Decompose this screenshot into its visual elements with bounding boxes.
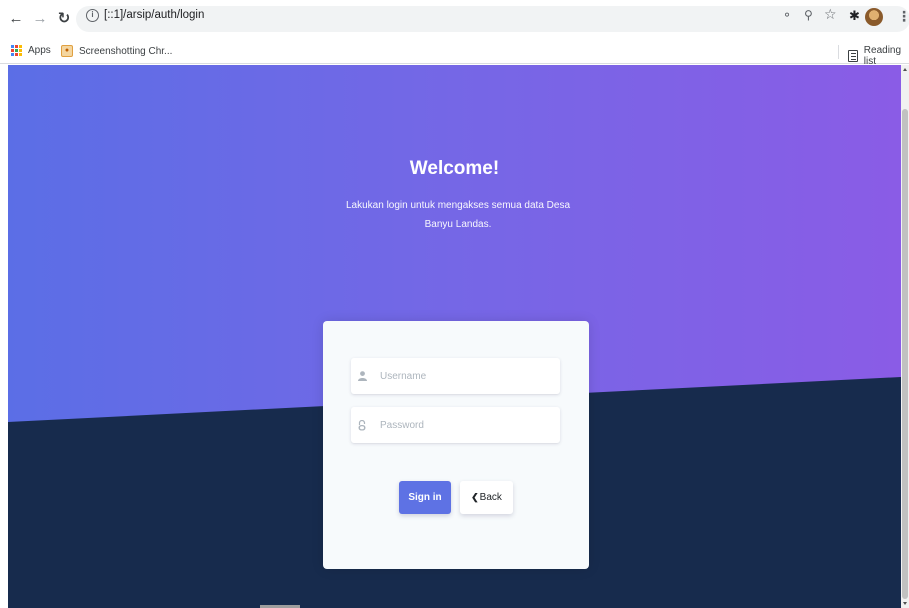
login-card: Sign in ❮ Back [323,321,589,569]
password-input[interactable] [380,419,550,431]
bookmark-screenshotting[interactable]: ● Screenshotting Chr... [61,45,172,57]
address-url[interactable]: [::1]/arsip/auth/login [104,9,204,21]
username-input[interactable] [380,370,550,382]
chevron-left-icon: ❮ [471,492,479,502]
bookmarks-divider [838,45,839,59]
scrollbar-thumb[interactable] [902,109,908,599]
reading-list-icon [848,50,858,62]
vertical-scrollbar[interactable] [901,65,909,608]
password-field[interactable] [351,407,560,443]
scroll-up-arrow-icon[interactable] [903,68,907,71]
screenshot-extension-icon: ● [61,45,73,57]
zoom-icon[interactable]: ⚲ [804,8,813,22]
user-icon [358,371,380,381]
star-icon[interactable]: ☆ [824,6,837,23]
username-field[interactable] [351,358,560,394]
sign-in-button[interactable]: Sign in [399,481,451,514]
back-button[interactable]: ❮ Back [460,481,513,514]
more-menu-icon[interactable]: ⋮ [897,8,909,25]
forward-arrow-icon[interactable]: → [30,8,50,28]
page-lead-text: Lakukan login untuk mengakses semua data… [345,200,571,230]
bookmark-apps[interactable]: Apps [11,45,51,56]
bookmark-label: Screenshotting Chr... [79,45,173,57]
lock-icon [358,419,380,431]
back-button-label: Back [479,492,502,503]
bookmarks-bar: Apps ● Screenshotting Chr... Reading lis… [0,40,909,67]
back-arrow-icon[interactable]: ← [6,8,26,28]
scroll-down-arrow-icon[interactable] [903,602,907,605]
apps-grid-icon [11,45,22,56]
bookmark-label: Apps [28,45,51,56]
site-info-icon[interactable]: i [86,9,99,22]
reading-list-button[interactable]: Reading list [848,45,909,67]
avatar[interactable] [865,8,883,26]
key-icon[interactable]: ⚬ [782,8,792,22]
browser-toolbar: ← → ↻ i [::1]/arsip/auth/login ⚬ ⚲ ☆ ✱ ⋮ [0,0,909,40]
page-viewport: Welcome! Lakukan login untuk mengakses s… [8,65,901,608]
reading-list-label: Reading list [863,45,902,67]
browser-window: ← → ↻ i [::1]/arsip/auth/login ⚬ ⚲ ☆ ✱ ⋮… [0,0,909,608]
extensions-puzzle-icon[interactable]: ✱ [849,8,860,24]
reload-icon[interactable]: ↻ [54,8,74,28]
page-title: Welcome! [409,158,500,179]
